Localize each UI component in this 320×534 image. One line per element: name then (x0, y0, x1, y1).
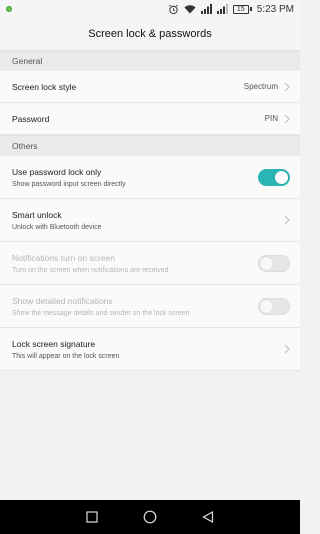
recents-square-icon[interactable] (84, 509, 100, 525)
signal-icon (200, 3, 212, 15)
page-title-bar: Screen lock & passwords (0, 18, 300, 50)
show-detailed-notifications-item: Show detailed notifications Show the mes… (0, 285, 300, 328)
row-subtitle: This will appear on the lock screen (12, 352, 120, 360)
smart-unlock-item[interactable]: Smart unlock Unlock with Bluetooth devic… (0, 199, 300, 242)
section-label: General (12, 56, 43, 66)
row-title: Use password lock only (12, 166, 102, 177)
settings-list: General Screen lock style Spectrum Passw… (0, 50, 300, 371)
back-triangle-icon[interactable] (200, 509, 216, 525)
show-detailed-notifications-toggle (258, 297, 290, 315)
row-subtitle: Unlock with Bluetooth device (12, 223, 102, 231)
row-subtitle: Show the message details and sender on t… (12, 309, 190, 317)
notifications-turn-on-screen-toggle (258, 254, 290, 272)
use-password-lock-only-item[interactable]: Use password lock only Show password inp… (0, 156, 300, 199)
section-label: Others (12, 141, 38, 151)
notification-dot-icon (6, 6, 12, 12)
status-bar: 15 5:23 PM (0, 0, 300, 18)
alarm-icon (168, 3, 179, 15)
row-value: PIN (264, 114, 278, 123)
row-title: Lock screen signature (12, 338, 96, 349)
chevron-right-icon (284, 344, 290, 354)
row-subtitle: Turn on the screen when notifications ar… (12, 266, 169, 274)
row-title: Password (12, 113, 50, 124)
section-header-general: General (0, 50, 300, 71)
chevron-right-icon (284, 114, 290, 123)
password-item[interactable]: Password PIN (0, 103, 300, 135)
signal-icon (216, 3, 228, 15)
row-title: Show detailed notifications (12, 295, 113, 306)
section-header-others: Others (0, 135, 300, 156)
row-value: Spectrum (243, 82, 278, 91)
row-title: Notifications turn on screen (12, 252, 115, 263)
navigation-bar (0, 500, 300, 534)
password-lock-only-toggle[interactable] (258, 168, 290, 186)
wifi-icon (184, 3, 196, 15)
home-circle-icon[interactable] (142, 509, 158, 525)
chevron-right-icon (284, 215, 290, 225)
screen-lock-style-item[interactable]: Screen lock style Spectrum (0, 71, 300, 103)
page-title: Screen lock & passwords (88, 28, 212, 40)
battery-icon: 15 (232, 4, 252, 14)
notifications-turn-on-screen-item: Notifications turn on screen Turn on the… (0, 242, 300, 285)
row-subtitle: Show password input screen directly (12, 180, 126, 188)
chevron-right-icon (284, 82, 290, 91)
row-title: Smart unlock (12, 209, 62, 220)
battery-level: 15 (232, 4, 249, 14)
lock-screen-signature-item[interactable]: Lock screen signature This will appear o… (0, 328, 300, 371)
clock: 5:23 PM (256, 3, 294, 15)
row-title: Screen lock style (12, 81, 77, 92)
